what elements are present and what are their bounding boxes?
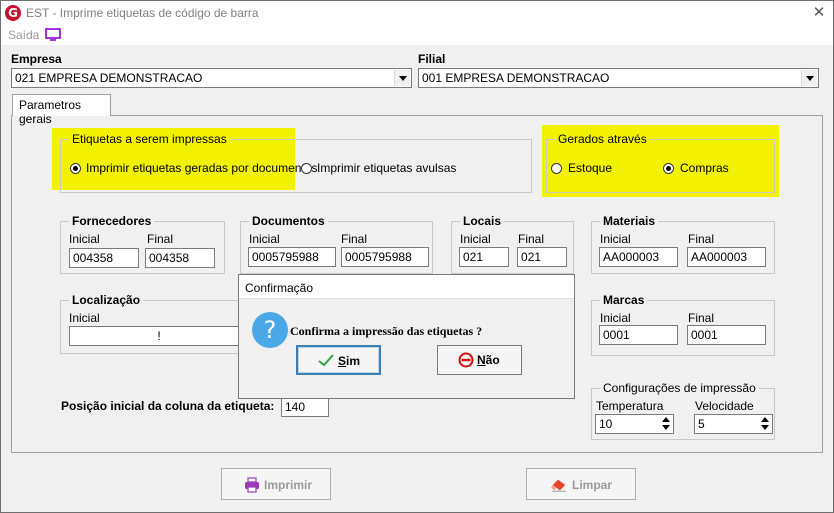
- limpar-button[interactable]: Limpar: [526, 468, 636, 500]
- radio-compras[interactable]: [663, 163, 674, 174]
- filial-value: 001 EMPRESA DEMONSTRACAO: [422, 71, 610, 85]
- radio-compras-label[interactable]: Compras: [680, 161, 729, 175]
- velocidade-label: Velocidade: [695, 399, 754, 413]
- temperatura-spinner[interactable]: 10: [595, 414, 674, 434]
- fornecedores-title: Fornecedores: [69, 214, 155, 228]
- marcas-title: Marcas: [600, 293, 648, 307]
- marcas-inicial-label: Inicial: [600, 311, 631, 325]
- documentos-final-label: Final: [341, 232, 368, 246]
- imprimir-button[interactable]: Imprimir: [221, 468, 331, 500]
- radio-documentos-label[interactable]: Imprimir etiquetas geradas por documento…: [86, 161, 317, 175]
- fornecedores-inicial-input[interactable]: 004358: [69, 248, 139, 268]
- localizacao-inicial-label: Inicial: [69, 311, 100, 325]
- sim-rest: im: [346, 354, 361, 368]
- fornecedores-final-label: Final: [147, 232, 174, 246]
- localizacao-title: Localização: [69, 293, 144, 307]
- radio-avulsas-label[interactable]: Imprimir etiquetas avulsas: [317, 161, 456, 175]
- materiais-final-label: Final: [688, 232, 715, 246]
- empresa-label: Empresa: [11, 52, 62, 66]
- printer-icon: [245, 477, 259, 493]
- stop-icon: [458, 352, 474, 368]
- documentos-inicial-input[interactable]: 0005795988: [248, 247, 336, 267]
- etiquetas-group-title: Etiquetas a serem impressas: [69, 132, 230, 146]
- chevron-down-icon[interactable]: [394, 70, 410, 86]
- fornecedores-final-input[interactable]: 004358: [145, 248, 215, 268]
- radio-estoque-label[interactable]: Estoque: [568, 161, 612, 175]
- documentos-title: Documentos: [249, 214, 328, 228]
- marcas-final-input[interactable]: 0001: [687, 325, 766, 345]
- menu-bar: Saída: [1, 25, 833, 45]
- nao-rest: ão: [485, 353, 500, 367]
- radio-estoque[interactable]: [551, 163, 562, 174]
- window-title: EST - Imprime etiquetas de código de bar…: [26, 6, 259, 20]
- monitor-icon[interactable]: [45, 28, 61, 41]
- close-icon[interactable]: ✕: [807, 2, 831, 24]
- localizacao-inicial-input[interactable]: !: [69, 326, 249, 346]
- velocidade-spinner[interactable]: 5: [694, 414, 773, 434]
- locais-title: Locais: [460, 214, 505, 228]
- chevron-down-icon[interactable]: [801, 70, 817, 86]
- empresa-value: 021 EMPRESA DEMONSTRACAO: [15, 71, 203, 85]
- limpar-label: Limpar: [572, 478, 613, 492]
- nao-label: Não: [477, 353, 500, 367]
- velocidade-value: 5: [698, 417, 705, 431]
- posicao-input[interactable]: 140: [281, 397, 329, 417]
- confirm-dialog: Confirmação ? Confirma a impressão das e…: [238, 274, 575, 399]
- radio-avulsas[interactable]: [301, 163, 312, 174]
- menu-item-saida[interactable]: Saída: [8, 28, 39, 42]
- temperatura-label: Temperatura: [596, 399, 664, 413]
- sim-label: Sim: [338, 354, 360, 368]
- dialog-title: Confirmação: [245, 281, 314, 295]
- locais-inicial-input[interactable]: 021: [459, 247, 509, 267]
- dialog-title-bar: Confirmação: [239, 275, 574, 299]
- nao-button[interactable]: Não: [437, 345, 522, 375]
- sim-mnemonic: S: [338, 354, 347, 368]
- materiais-inicial-input[interactable]: AA000003: [599, 247, 678, 267]
- app-logo-icon: G: [5, 5, 21, 21]
- filial-label: Filial: [418, 52, 446, 66]
- sim-button[interactable]: Sim: [296, 345, 381, 375]
- temperatura-value: 10: [599, 417, 613, 431]
- marcas-inicial-input[interactable]: 0001: [599, 325, 678, 345]
- tab-parametros-gerais[interactable]: Parametros gerais: [12, 94, 111, 126]
- documentos-final-input[interactable]: 0005795988: [341, 247, 429, 267]
- radio-documentos[interactable]: [70, 163, 81, 174]
- gerados-group-title: Gerados através: [555, 132, 650, 146]
- locais-inicial-label: Inicial: [460, 232, 491, 246]
- locais-final-label: Final: [518, 232, 545, 246]
- marcas-final-label: Final: [688, 311, 715, 325]
- locais-final-input[interactable]: 021: [517, 247, 567, 267]
- filial-select[interactable]: 001 EMPRESA DEMONSTRACAO: [418, 68, 819, 88]
- eraser-icon: [551, 479, 567, 492]
- nao-mnemonic: N: [477, 353, 486, 367]
- spinner-arrows-icon[interactable]: [659, 415, 673, 433]
- posicao-label: Posição inicial da coluna da etiqueta:: [61, 399, 275, 413]
- dialog-message: Confirma a impressão das etiquetas ?: [290, 324, 483, 338]
- documentos-inicial-label: Inicial: [249, 232, 280, 246]
- config-title: Configurações de impressão: [600, 381, 759, 395]
- empresa-select[interactable]: 021 EMPRESA DEMONSTRACAO: [11, 68, 412, 88]
- imprimir-label: Imprimir: [264, 478, 313, 492]
- fornecedores-inicial-label: Inicial: [69, 232, 100, 246]
- materiais-final-input[interactable]: AA000003: [687, 247, 766, 267]
- spinner-arrows-icon[interactable]: [758, 415, 772, 433]
- question-icon: ?: [252, 312, 288, 348]
- title-bar: G EST - Imprime etiquetas de código de b…: [1, 1, 833, 25]
- materiais-title: Materiais: [600, 214, 659, 228]
- materiais-inicial-label: Inicial: [600, 232, 631, 246]
- check-icon: [318, 354, 334, 367]
